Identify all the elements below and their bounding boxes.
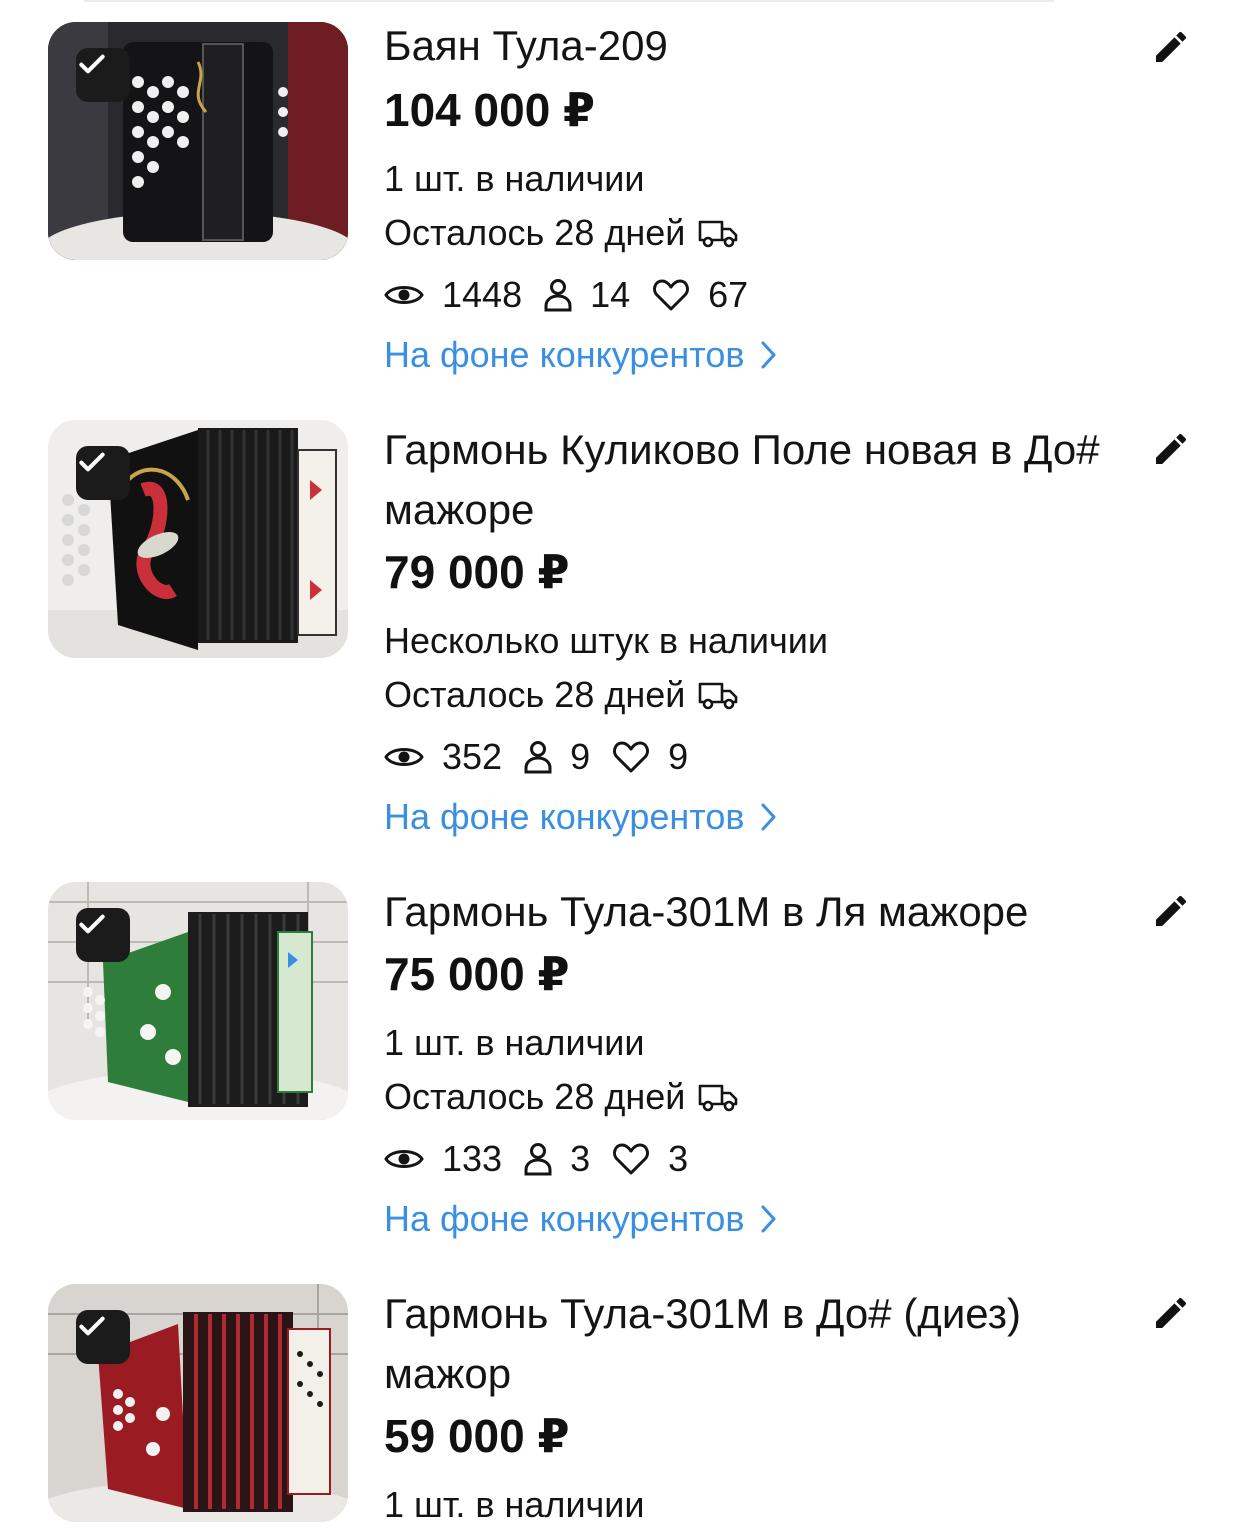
edit-button[interactable] xyxy=(1148,1290,1194,1336)
selection-checkbox[interactable] xyxy=(76,1310,130,1364)
stock-status: 1 шт. в наличии xyxy=(384,1484,645,1525)
compare-link-label[interactable]: На фоне конкурентов xyxy=(384,792,745,842)
compare-competitors-link[interactable]: На фоне конкурентов xyxy=(384,792,777,842)
listing-photo[interactable] xyxy=(48,1284,348,1522)
days-remaining: Осталось 28 дней xyxy=(384,208,739,258)
chevron-right-icon xyxy=(761,1205,776,1233)
truck-icon xyxy=(699,1084,738,1112)
heart-icon xyxy=(653,279,690,311)
heart-icon xyxy=(613,741,650,773)
favorites-count: 67 xyxy=(708,274,749,315)
person-icon xyxy=(544,279,572,312)
views-stat: 133 xyxy=(384,1134,502,1184)
selection-checkbox[interactable] xyxy=(76,446,130,500)
check-icon xyxy=(79,54,105,74)
listing-stats: 1448 14 67 xyxy=(384,270,770,320)
compare-competitors-link[interactable]: На фоне конкурентов xyxy=(384,330,777,380)
top-divider xyxy=(84,0,1054,2)
compare-link-label[interactable]: На фоне конкурентов xyxy=(384,1194,745,1244)
contacts-stat: 14 xyxy=(544,270,630,320)
eye-icon xyxy=(384,748,424,766)
stock-status: 1 шт. в наличии xyxy=(384,158,645,199)
edit-button[interactable] xyxy=(1148,24,1194,70)
listing-photo[interactable] xyxy=(48,22,348,260)
truck-icon xyxy=(699,682,738,710)
views-stat: 1448 xyxy=(384,270,522,320)
listing-title[interactable]: Гармонь Тула-301М в Ля мажоре xyxy=(384,882,1104,942)
days-remaining-text: Осталось 28 дней xyxy=(384,674,686,715)
favorites-stat: 9 xyxy=(612,732,688,782)
eye-icon xyxy=(384,1150,424,1168)
contacts-count: 3 xyxy=(570,1138,591,1179)
stock-status: Несколько штук в наличии xyxy=(384,620,828,661)
views-count: 352 xyxy=(442,736,503,777)
favorites-stat: 3 xyxy=(612,1134,688,1184)
listing-item[interactable]: Баян Тула-209 104 000 ₽ 1 шт. в наличии … xyxy=(0,22,1242,392)
chevron-right-icon xyxy=(761,341,776,369)
pencil-icon xyxy=(1156,31,1187,62)
listing-stats: 133 3 3 xyxy=(384,1134,710,1184)
listing-title[interactable]: Гармонь Тула-301М в До# (диез) мажор xyxy=(384,1284,1104,1404)
contacts-stat: 9 xyxy=(524,732,590,782)
selection-checkbox[interactable] xyxy=(76,908,130,962)
selection-checkbox[interactable] xyxy=(76,48,130,102)
favorites-count: 9 xyxy=(668,736,689,777)
eye-icon xyxy=(384,286,424,304)
person-icon xyxy=(524,741,552,774)
contacts-count: 9 xyxy=(570,736,591,777)
days-remaining: Осталось 28 дней xyxy=(384,1072,739,1122)
contacts-count: 14 xyxy=(590,274,631,315)
heart-icon xyxy=(613,1143,650,1175)
listing-item[interactable]: Гармонь Тула-301М в Ля мажоре 75 000 ₽ 1… xyxy=(0,882,1242,1252)
listing-title[interactable]: Гармонь Куликово Поле новая в До# мажоре xyxy=(384,420,1104,540)
chevron-right-icon xyxy=(761,803,776,831)
days-remaining-text: Осталось 28 дней xyxy=(384,1076,686,1117)
listing-price: 75 000 ₽ xyxy=(384,948,570,1000)
check-icon xyxy=(79,452,105,472)
person-icon xyxy=(524,1143,552,1176)
check-icon xyxy=(79,1316,105,1336)
favorites-stat: 67 xyxy=(652,270,748,320)
listing-item[interactable]: Гармонь Тула-301М в До# (диез) мажор 59 … xyxy=(0,1284,1242,1537)
edit-button[interactable] xyxy=(1148,888,1194,934)
edit-button[interactable] xyxy=(1148,426,1194,472)
days-remaining: Осталось 28 дней xyxy=(384,670,739,720)
listing-price: 104 000 ₽ xyxy=(384,84,596,136)
listing-title[interactable]: Баян Тула-209 xyxy=(384,16,1104,76)
contacts-stat: 3 xyxy=(524,1134,590,1184)
pencil-icon xyxy=(1156,433,1187,464)
listing-photo[interactable] xyxy=(48,420,348,658)
views-stat: 352 xyxy=(384,732,502,782)
pencil-icon xyxy=(1156,895,1187,926)
days-remaining-text: Осталось 28 дней xyxy=(384,212,686,253)
check-icon xyxy=(79,914,105,934)
compare-competitors-link[interactable]: На фоне конкурентов xyxy=(384,1194,777,1244)
listing-photo[interactable] xyxy=(48,882,348,1120)
views-count: 133 xyxy=(442,1138,503,1179)
listing-price: 79 000 ₽ xyxy=(384,546,570,598)
listing-item[interactable]: Гармонь Куликово Поле новая в До# мажоре… xyxy=(0,420,1242,850)
views-count: 1448 xyxy=(442,274,523,315)
truck-icon xyxy=(699,220,738,248)
stock-status: 1 шт. в наличии xyxy=(384,1022,645,1063)
pencil-icon xyxy=(1156,1297,1187,1328)
compare-link-label[interactable]: На фоне конкурентов xyxy=(384,330,745,380)
listing-price: 59 000 ₽ xyxy=(384,1410,570,1462)
favorites-count: 3 xyxy=(668,1138,689,1179)
listing-stats: 352 9 9 xyxy=(384,732,710,782)
